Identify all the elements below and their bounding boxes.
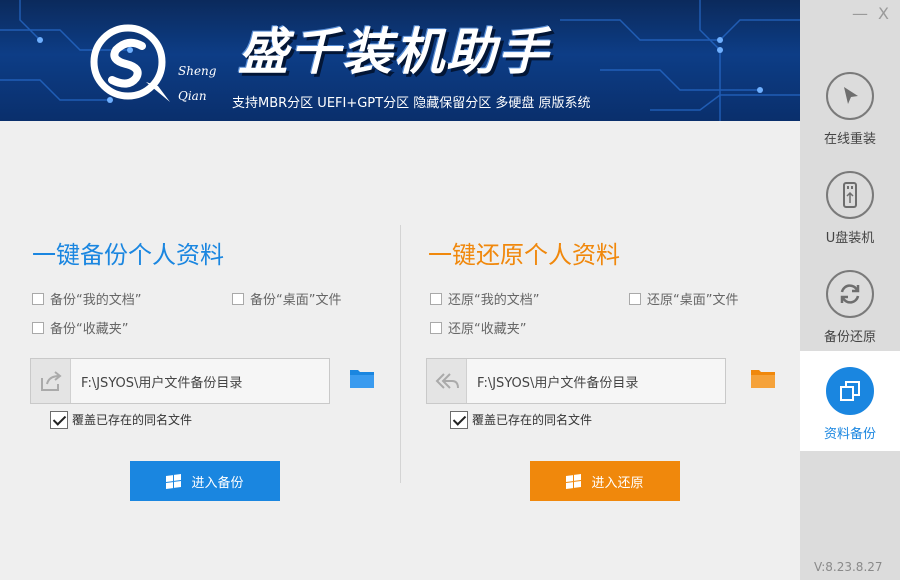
folder-icon[interactable] xyxy=(349,367,375,389)
sidebar-item-online-reinstall[interactable]: 在线重装 xyxy=(800,56,900,156)
windows-icon xyxy=(166,473,182,489)
restore-title: 一键还原个人资料 xyxy=(428,241,620,269)
logo-text-sheng: Sheng xyxy=(178,64,217,78)
restore-option-favorites[interactable]: 还原“收藏夹” xyxy=(430,318,526,337)
enter-restore-button[interactable]: 进入还原 xyxy=(530,461,680,501)
restore-option-desktop[interactable]: 还原“桌面”文件 xyxy=(629,289,738,308)
minimize-button[interactable]: — xyxy=(852,4,868,23)
backup-option-favorites[interactable]: 备份“收藏夹” xyxy=(32,318,128,337)
close-button[interactable]: X xyxy=(878,4,889,23)
sidebar-item-data-backup[interactable]: 资料备份 xyxy=(800,351,900,451)
share-arrow-icon xyxy=(31,359,71,403)
checkbox[interactable] xyxy=(32,293,44,305)
copy-icon xyxy=(826,367,874,415)
folder-icon[interactable] xyxy=(750,367,776,389)
sidebar: — X 在线重装 U盘装机 备份还原 资料备份 V:8.23.8.27 xyxy=(800,0,900,580)
restore-overwrite-checkbox[interactable]: 覆盖已存在的同名文件 xyxy=(450,411,592,429)
restore-path-field[interactable]: F:\JSYOS\用户文件备份目录 xyxy=(426,358,726,404)
enter-backup-button[interactable]: 进入备份 xyxy=(130,461,280,501)
logo-text-qian: Qian xyxy=(178,89,207,103)
sidebar-item-label: 备份还原 xyxy=(823,330,876,345)
backup-option-documents[interactable]: 备份“我的文档” xyxy=(32,289,141,308)
restore-path-text: F:\JSYOS\用户文件备份目录 xyxy=(477,376,639,391)
refresh-icon xyxy=(826,270,874,318)
sidebar-item-label: 资料备份 xyxy=(823,427,876,442)
reply-all-icon xyxy=(427,359,467,403)
sidebar-item-backup-restore[interactable]: 备份还原 xyxy=(800,254,900,354)
sidebar-item-label: 在线重装 xyxy=(823,132,876,147)
usb-icon xyxy=(826,171,874,219)
backup-overwrite-checkbox[interactable]: 覆盖已存在的同名文件 xyxy=(50,411,192,429)
sidebar-item-usb-install[interactable]: U盘装机 xyxy=(800,155,900,255)
shengqian-logo xyxy=(90,24,170,102)
checkbox[interactable] xyxy=(430,322,442,334)
header-banner: Sheng Qian 盛千装机助手 支持MBR分区 UEFI+GPT分区 隐藏保… xyxy=(0,0,800,121)
sidebar-item-label: U盘装机 xyxy=(825,231,875,246)
brand-subtitle: 支持MBR分区 UEFI+GPT分区 隐藏保留分区 多硬盘 原版系统 xyxy=(232,96,591,111)
backup-option-desktop[interactable]: 备份“桌面”文件 xyxy=(232,289,341,308)
checkbox[interactable] xyxy=(629,293,641,305)
cursor-icon xyxy=(826,72,874,120)
version-label: V:8.23.8.27 xyxy=(814,560,883,574)
backup-panel: 一键备份个人资料 备份“我的文档” 备份“桌面”文件 备份“收藏夹” F:\JS… xyxy=(0,121,390,580)
brand-title: 盛千装机助手 xyxy=(238,23,550,81)
checkbox[interactable] xyxy=(232,293,244,305)
checkbox[interactable] xyxy=(32,322,44,334)
restore-panel: 一键还原个人资料 还原“我的文档” 还原“桌面”文件 还原“收藏夹” F:\JS… xyxy=(400,121,790,580)
backup-path-field[interactable]: F:\JSYOS\用户文件备份目录 xyxy=(30,358,330,404)
restore-option-documents[interactable]: 还原“我的文档” xyxy=(430,289,539,308)
backup-title: 一键备份个人资料 xyxy=(32,241,224,269)
backup-path-text: F:\JSYOS\用户文件备份目录 xyxy=(81,376,243,391)
windows-icon xyxy=(566,473,582,489)
checkbox[interactable] xyxy=(430,293,442,305)
